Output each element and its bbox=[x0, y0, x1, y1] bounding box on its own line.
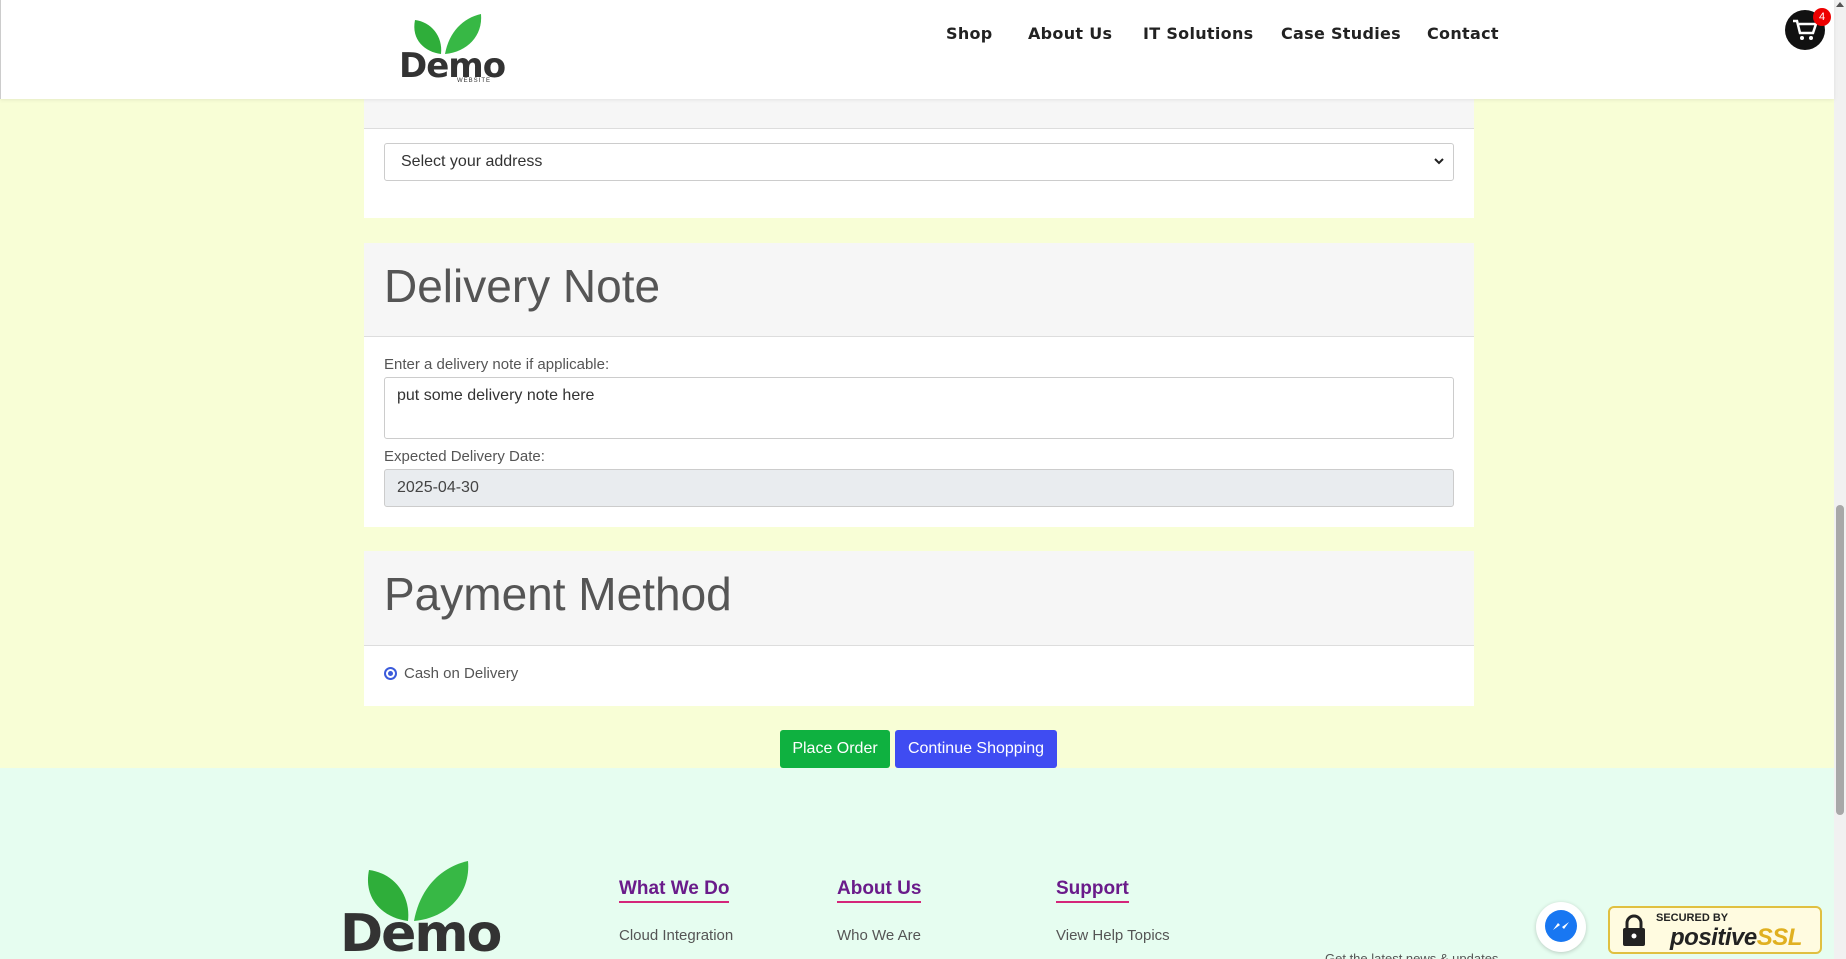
delivery-panel: Delivery Note Enter a delivery note if a… bbox=[364, 243, 1474, 527]
footer-link-cloud-integration[interactable]: Cloud Integration bbox=[619, 927, 733, 944]
payment-panel: Payment Method Cash on Delivery bbox=[364, 551, 1474, 706]
address-select-value: Select your address bbox=[401, 153, 543, 170]
footer-logo-text: Demo bbox=[340, 904, 502, 959]
nav-shop[interactable]: Shop bbox=[946, 24, 993, 43]
nav-it-solutions[interactable]: IT Solutions bbox=[1143, 24, 1253, 43]
cash-on-delivery-label[interactable]: Cash on Delivery bbox=[404, 665, 518, 682]
address-select[interactable]: Select your address bbox=[384, 143, 1454, 181]
footer-link-who-we-are[interactable]: Who We Are bbox=[837, 927, 921, 944]
nav-case-studies[interactable]: Case Studies bbox=[1281, 24, 1401, 43]
chevron-down-icon bbox=[1434, 158, 1444, 165]
messenger-chat-button[interactable] bbox=[1536, 902, 1586, 952]
scroll-up-arrow[interactable] bbox=[1836, 2, 1844, 7]
nav-contact[interactable]: Contact bbox=[1427, 24, 1499, 43]
scroll-thumb[interactable] bbox=[1836, 505, 1844, 815]
footer-link-view-help-topics[interactable]: View Help Topics bbox=[1056, 927, 1170, 944]
footer-logo[interactable]: Demo bbox=[340, 858, 502, 959]
ssl-badge-line1: SECURED BY bbox=[1656, 912, 1729, 924]
address-panel: Select your address bbox=[364, 99, 1474, 218]
footer-heading-support[interactable]: Support bbox=[1056, 878, 1129, 903]
ssl-badge-prefix: positive bbox=[1670, 924, 1757, 951]
delivery-date-label: Expected Delivery Date: bbox=[384, 448, 545, 465]
cash-on-delivery-radio[interactable] bbox=[384, 667, 397, 680]
delivery-date-value: 2025-04-30 bbox=[397, 479, 479, 496]
site-logo[interactable]: Demo WEBSITE bbox=[397, 12, 506, 86]
ssl-badge-line2: positiveSSL bbox=[1670, 924, 1802, 952]
lock-icon bbox=[1623, 914, 1645, 946]
payment-panel-head: Payment Method bbox=[364, 551, 1474, 646]
page-scrollbar[interactable] bbox=[1834, 0, 1846, 959]
site-header: Demo WEBSITE Shop About Us IT Solutions … bbox=[0, 0, 1834, 99]
cart-count-badge: 4 bbox=[1813, 8, 1831, 26]
nav-about-us[interactable]: About Us bbox=[1028, 24, 1112, 43]
delivery-note-textarea[interactable]: put some delivery note here bbox=[384, 377, 1454, 439]
messenger-icon bbox=[1545, 910, 1577, 942]
payment-title: Payment Method bbox=[384, 568, 732, 620]
ssl-badge-suffix: SSL bbox=[1756, 924, 1803, 951]
footer-heading-about-us[interactable]: About Us bbox=[837, 878, 922, 903]
footer-heading-what-we-do[interactable]: What We Do bbox=[619, 878, 730, 903]
delivery-date-input[interactable]: 2025-04-30 bbox=[384, 469, 1454, 507]
delivery-note-label: Enter a delivery note if applicable: bbox=[384, 356, 610, 373]
continue-shopping-button[interactable]: Continue Shopping bbox=[895, 730, 1057, 768]
delivery-title: Delivery Note bbox=[384, 260, 661, 312]
ssl-badge[interactable]: SECURED BY positiveSSL bbox=[1608, 906, 1822, 954]
delivery-note-value: put some delivery note here bbox=[397, 387, 595, 404]
delivery-panel-head: Delivery Note bbox=[364, 243, 1474, 337]
address-panel-head bbox=[364, 99, 1474, 129]
logo-subtext: WEBSITE bbox=[457, 78, 492, 84]
place-order-button[interactable]: Place Order bbox=[780, 730, 890, 768]
footer-newsletter-text: Get the latest news & updates bbox=[1325, 951, 1499, 959]
